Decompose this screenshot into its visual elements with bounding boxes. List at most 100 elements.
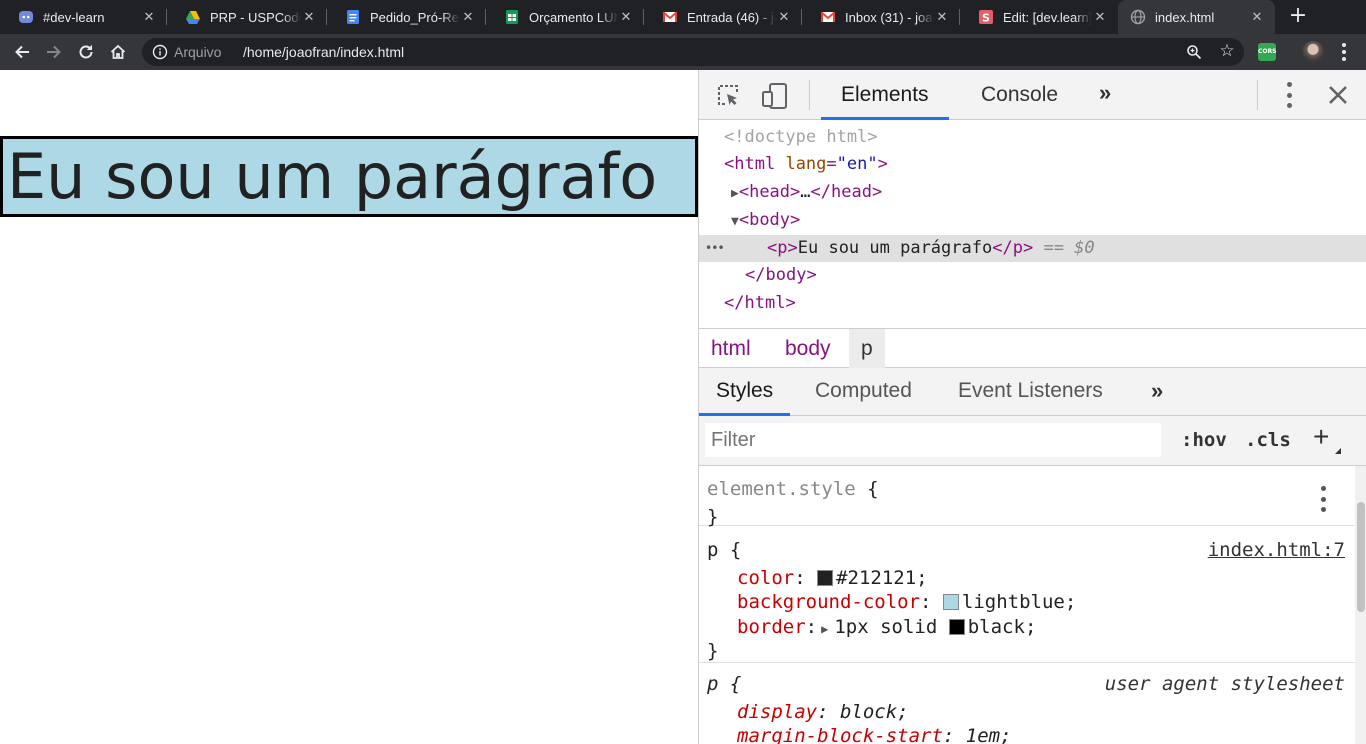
profile-avatar[interactable] — [1302, 41, 1324, 63]
close-tab-icon[interactable]: ✕ — [618, 9, 634, 25]
page-paragraph: Eu sou um parágrafo — [0, 136, 698, 217]
tab-edit-dev-learn[interactable]: S Edit: [dev.learn] ✕ — [960, 0, 1118, 34]
collapse-triangle-icon[interactable]: ▼ — [731, 214, 739, 229]
url-text[interactable]: /home/joaofran/index.html — [243, 38, 404, 66]
dom-node-doctype[interactable]: <!doctype html> — [699, 124, 1366, 151]
device-toolbar-icon[interactable] — [761, 82, 787, 109]
arrow-left-icon — [15, 45, 29, 59]
dom-node-body[interactable]: ▼<body> — [699, 207, 1366, 234]
node-actions-icon[interactable]: ••• — [705, 235, 725, 262]
forward-button[interactable] — [42, 40, 66, 64]
tab-styles[interactable]: Styles — [699, 368, 791, 416]
close-tab-icon[interactable]: ✕ — [1249, 9, 1265, 25]
tab-title: Pedido_Pró-Reitoria — [370, 9, 460, 25]
tab-gmail-entrada[interactable]: Entrada (46) - joao ✕ — [644, 0, 802, 34]
style-declaration-background-color[interactable]: background-color: lightblue; — [737, 590, 1076, 614]
arrow-right-icon — [47, 45, 61, 59]
devtools-menu-icon[interactable] — [1285, 82, 1293, 108]
reload-icon — [79, 44, 93, 59]
rule-source-label: user agent stylesheet — [1104, 673, 1345, 695]
style-declaration-display: display: block; — [737, 701, 909, 723]
dom-node-body-close[interactable]: </body> — [699, 262, 1366, 289]
color-swatch[interactable] — [817, 570, 834, 586]
style-declaration-color[interactable]: color: #212121; — [737, 566, 928, 590]
google-docs-icon — [345, 9, 361, 25]
tab-event-listeners[interactable]: Event Listeners — [958, 368, 1103, 416]
scrollbar-thumb[interactable] — [1357, 502, 1365, 612]
dom-node-head[interactable]: ▶<head>…</head> — [699, 179, 1366, 206]
close-tab-icon[interactable]: ✕ — [934, 9, 950, 25]
toolbar-divider — [809, 80, 810, 110]
expand-shorthand-icon[interactable]: ▶ — [821, 622, 828, 636]
styles-pane: element.style { } p { index.html:7 color… — [699, 466, 1355, 744]
expand-triangle-icon[interactable]: ▶ — [731, 186, 739, 201]
tab-elements[interactable]: Elements — [821, 70, 949, 120]
toolbar-divider — [1257, 80, 1258, 110]
cls-button[interactable]: .cls — [1245, 423, 1291, 457]
dom-node-html-close[interactable]: </html> — [699, 290, 1366, 317]
devtools-panel: Elements Console » <!doctype html> <html… — [698, 70, 1366, 744]
tab-dev-learn[interactable]: #dev-learn ✕ — [0, 0, 167, 34]
tab-prp-uspcodelab[interactable]: PRP - USPCodeLab ✕ — [167, 0, 327, 34]
more-tabs-button[interactable]: » — [1099, 80, 1111, 106]
rule-selector[interactable]: p { — [707, 538, 741, 562]
zoom-icon[interactable] — [1186, 44, 1202, 60]
reload-button[interactable] — [74, 40, 98, 64]
globe-icon — [1130, 9, 1146, 25]
tab-title: Entrada (46) - joao — [687, 9, 776, 25]
color-swatch[interactable] — [942, 594, 959, 610]
tab-title: Orçamento LUME — [529, 9, 618, 25]
more-subtabs-button[interactable]: » — [1151, 378, 1163, 404]
tab-title: Inbox (31) - joao — [845, 9, 934, 25]
svg-text:S: S — [982, 12, 990, 25]
style-rule-p: p { index.html:7 color: #212121; backgro… — [699, 526, 1355, 663]
new-style-rule-button[interactable]: + — [1313, 421, 1329, 453]
inspect-element-icon[interactable] — [715, 82, 741, 108]
close-tab-icon[interactable]: ✕ — [776, 9, 792, 25]
google-sheets-icon — [504, 9, 520, 25]
hov-button[interactable]: :hov — [1181, 423, 1227, 457]
breadcrumb-html[interactable]: html — [699, 329, 763, 368]
bookmark-star-icon[interactable]: ☆ — [1217, 41, 1237, 61]
tab-title: PRP - USPCodeLab — [210, 9, 301, 25]
rule-menu-icon[interactable] — [1319, 486, 1327, 512]
site-s-icon: S — [978, 9, 994, 25]
devtools-toolbar: Elements Console » — [699, 70, 1366, 120]
style-declaration-border[interactable]: border: ▶ 1px solid black; — [737, 615, 1036, 639]
rule-selector[interactable]: p { — [707, 672, 741, 696]
tab-index-html[interactable]: index.html ✕ — [1118, 0, 1275, 34]
dom-tree: <!doctype html> <html lang="en"> ▶<head>… — [699, 120, 1366, 328]
close-tab-icon[interactable]: ✕ — [1092, 9, 1108, 25]
tab-title: #dev-learn — [43, 9, 105, 25]
back-button[interactable] — [10, 40, 34, 64]
tab-pedido[interactable]: Pedido_Pró-Reitoria ✕ — [327, 0, 486, 34]
close-tab-icon[interactable]: ✕ — [141, 9, 157, 25]
close-tab-icon[interactable]: ✕ — [301, 9, 317, 25]
tab-gmail-inbox[interactable]: Inbox (31) - joao ✕ — [802, 0, 960, 34]
info-icon[interactable] — [152, 44, 168, 60]
new-rule-menu-icon[interactable] — [1335, 448, 1341, 454]
styles-filter-input[interactable] — [705, 423, 1161, 457]
styles-filter-bar: :hov .cls + — [699, 416, 1366, 466]
dom-node-html[interactable]: <html lang="en"> — [699, 151, 1366, 178]
dom-node-p-selected[interactable]: ••• <p>Eu sou um parágrafo</p> == $0 — [699, 235, 1366, 262]
tab-computed[interactable]: Computed — [815, 368, 912, 416]
rule-source-link[interactable]: index.html:7 — [1208, 538, 1345, 562]
style-rule-p-user-agent: p { user agent stylesheet display: block… — [699, 663, 1355, 744]
address-bar[interactable]: Arquivo /home/joaofran/index.html ☆ — [142, 38, 1244, 66]
close-devtools-icon[interactable] — [1327, 84, 1349, 110]
discord-icon — [18, 9, 34, 25]
tab-console[interactable]: Console — [981, 70, 1058, 120]
element-style-selector[interactable]: element.style { — [707, 477, 879, 501]
new-tab-button[interactable]: + — [1286, 5, 1310, 29]
close-tab-icon[interactable]: ✕ — [460, 9, 476, 25]
page-viewport: Eu sou um parágrafo — [0, 70, 698, 744]
tab-orcamento[interactable]: Orçamento LUME ✕ — [486, 0, 644, 34]
breadcrumb-body[interactable]: body — [773, 329, 843, 368]
styles-scrollbar[interactable] — [1355, 466, 1366, 744]
color-swatch[interactable] — [948, 619, 965, 635]
browser-menu-icon[interactable] — [1336, 40, 1352, 64]
breadcrumb-p[interactable]: p — [849, 329, 885, 368]
cors-extension-icon[interactable]: CORS — [1258, 43, 1276, 61]
home-button[interactable] — [106, 40, 130, 64]
